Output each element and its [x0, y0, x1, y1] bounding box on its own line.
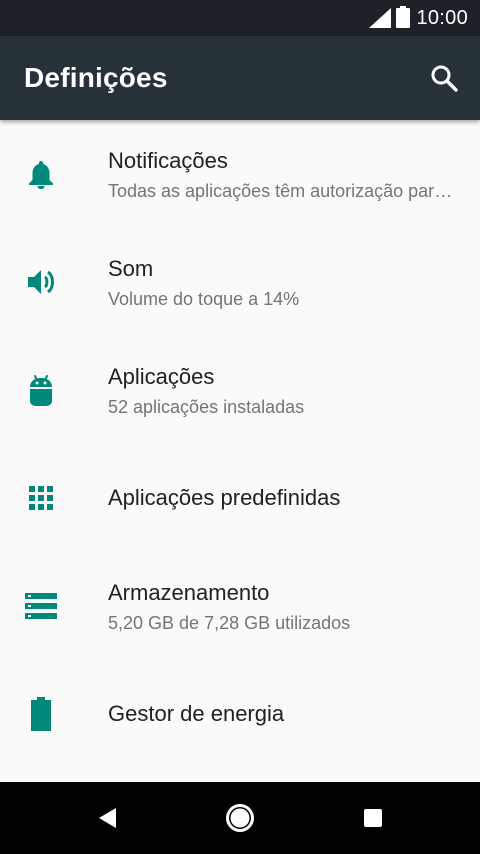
settings-item-label: Som [108, 256, 154, 281]
settings-item-summary: 52 aplicações instaladas [108, 397, 305, 417]
home-icon [226, 804, 254, 832]
settings-item-label: Aplicações predefinidas [108, 485, 341, 510]
search-icon [431, 65, 458, 92]
storage-icon [24, 589, 58, 623]
settings-item-label: Notificações [108, 148, 228, 173]
settings-item-sound[interactable]: Som Volume do toque a 14% [0, 228, 480, 336]
page-title: Definições [24, 62, 168, 93]
battery-status-icon [396, 6, 410, 28]
navigation-bar [0, 782, 480, 854]
settings-item-label: Aplicações [108, 364, 215, 389]
settings-item-power-manager[interactable]: Gestor de energia [0, 660, 480, 768]
recents-icon [364, 809, 382, 827]
recents-button[interactable] [353, 798, 393, 838]
speaker-icon [24, 265, 58, 299]
status-clock: 10:00 [416, 7, 468, 29]
app-bar: Definições [0, 36, 480, 120]
settings-item-notifications[interactable]: Notificações Todas as aplicações têm aut… [0, 120, 480, 228]
search-button[interactable] [424, 58, 464, 98]
status-bar: 10:00 [0, 0, 480, 36]
settings-item-default-apps[interactable]: Aplicações predefinidas [0, 444, 480, 552]
battery-icon [24, 697, 58, 731]
home-button[interactable] [220, 798, 260, 838]
bell-icon [24, 157, 58, 191]
signal-icon [369, 8, 391, 28]
settings-item-summary: Volume do toque a 14% [108, 289, 300, 309]
settings-item-summary: 5,20 GB de 7,28 GB utilizados [108, 613, 351, 633]
settings-item-label: Armazenamento [108, 580, 270, 605]
back-icon [99, 808, 116, 828]
settings-item-storage[interactable]: Armazenamento 5,20 GB de 7,28 GB utiliza… [0, 552, 480, 660]
back-button[interactable] [87, 798, 127, 838]
settings-item-label: Gestor de energia [108, 701, 285, 726]
settings-item-summary: Todas as aplicações têm autorização para… [108, 181, 456, 201]
settings-list: Notificações Todas as aplicações têm aut… [0, 120, 480, 782]
android-icon [24, 373, 58, 407]
settings-item-apps[interactable]: Aplicações 52 aplicações instaladas [0, 336, 480, 444]
grid-icon [24, 481, 58, 515]
